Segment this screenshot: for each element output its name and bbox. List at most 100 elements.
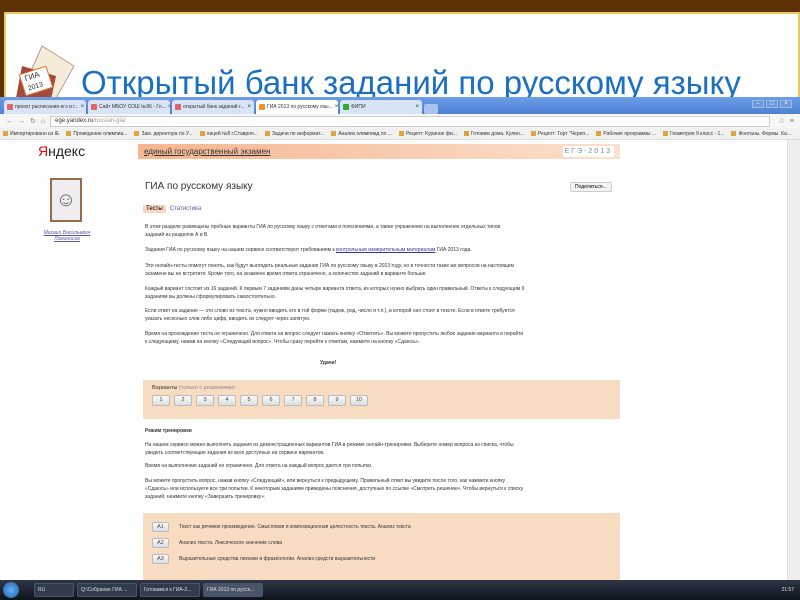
tab-statistics[interactable]: Статистика [170,205,202,213]
address-toolbar: ← → ↻ ⌂ ege.yandex.ru/russian-gia/ ☆ ≡ [0,114,800,128]
intro-paragraph: В этом разделе размещены пробные вариант… [145,224,501,238]
browser-window: проект расписания егэ и г... × Сайт МБОУ … [0,97,800,600]
solutions-filter-link[interactable]: (только с решениями) [179,385,235,391]
back-icon[interactable]: ← [6,118,13,125]
new-tab-button[interactable] [424,104,438,114]
favicon-icon [7,104,13,110]
browser-tab[interactable]: Сайт МБОУ СОШ №96 - Гл... × [88,100,170,114]
yandex-logo[interactable]: Яндекс [38,143,85,159]
portrait-caption-link[interactable]: Михаил Васильевич Ломоносов [36,230,98,242]
logo-letter: Я [38,143,49,159]
minimize-button[interactable]: – [752,100,764,108]
browser-tab[interactable]: открытый банк заданий г... × [172,100,254,114]
bookmark-icon [596,130,602,136]
browser-tab-active[interactable]: ГИА 2013 по русскому язы... × [256,100,338,114]
bookmark-item[interactable]: Фонтаны. Формы. Ка... [731,131,791,137]
gia-2013-book-logo: ГИА 2013 [16,45,75,104]
tab-tests[interactable]: Тесты [143,205,166,213]
variant-button[interactable]: 4 [218,395,236,406]
bookmark-item[interactable]: Рабочие программы ... [596,131,656,137]
bookmark-item[interactable]: Рецепт: Куриное фи... [398,130,457,137]
bookmark-item[interactable]: Задачи по информат... [264,130,324,137]
taskbar-item-active[interactable]: ГИА 2013 по русск... [203,583,263,597]
tab-label: Сайт МБОУ СОШ №96 - Гл... [99,104,166,110]
start-button[interactable] [3,582,19,598]
variant-button[interactable]: 6 [262,395,280,406]
variant-button[interactable]: 7 [284,395,302,406]
good-luck-text: Удачи! [320,360,337,366]
bookmark-item[interactable]: Проведение олимпиа... [66,131,127,137]
close-tab-icon[interactable]: × [168,104,170,110]
scrollbar[interactable] [787,140,800,580]
training-heading: Режим тренировки [145,428,192,434]
paragraph: Если ответ на задание — это слово из тек… [145,308,515,322]
taskbar: RU Q:\Собрание ГИА ... Готовимся к ГИА-2… [0,580,800,600]
bookmark-item[interactable]: Зам. директора по У... [134,130,193,137]
favicon-icon [259,104,265,110]
kim-link[interactable]: контрольным измерительным материалам [336,247,435,253]
taskbar-item[interactable]: Готовимся к ГИА-2... [140,583,200,597]
paragraph: Каждый вариант состоит из 16 заданий. К … [145,286,525,300]
home-icon[interactable]: ⌂ [41,118,45,125]
variant-button[interactable]: 9 [328,395,346,406]
bookmarks-bar: Импортировано из IE Проведение олимпиа...… [0,128,800,140]
requirements-paragraph: Задания ГИА по русскому языку на нашем с… [145,246,545,254]
bookmark-item[interactable]: Анализ олимпиад по ... [331,131,392,137]
share-button[interactable]: Поделиться... [570,182,612,192]
bookmark-item[interactable]: Геометрия 9 класс - 1... [663,131,724,137]
variant-button[interactable]: 3 [196,395,214,406]
close-window-button[interactable]: × [780,100,792,108]
browser-tab[interactable]: проект расписания егэ и г... × [4,100,86,114]
favicon-icon [91,104,97,110]
tab-label: открытый банк заданий г... [183,104,245,110]
menu-icon[interactable]: ≡ [790,118,794,125]
variant-button[interactable]: 1 [152,395,170,406]
forward-icon[interactable]: → [18,118,25,125]
topic-row: A1 Текст как речевое произведение. Смысло… [152,519,620,535]
bookmark-icon [134,130,140,136]
bookmark-label: Рабочие программы ... [603,130,657,137]
variant-button[interactable]: 8 [306,395,324,406]
taskbar-item[interactable]: Q:\Собрание ГИА ... [77,583,137,597]
web-page: Яндекс единый государственный экзамен ЕГЭ… [0,140,787,580]
clock: 21:57 [781,587,794,593]
bookmark-item[interactable]: лицей №8 г.Ставроп... [199,130,258,137]
ege-header-link[interactable]: единый государственный экзамен ЕГЭ-2013 [138,144,620,159]
close-tab-icon[interactable]: × [247,104,251,110]
url-input[interactable]: ege.yandex.ru/russian-gia/ [50,115,770,127]
topic-button[interactable]: A2 [152,538,169,548]
portrait-image: ☺ [50,178,82,222]
bookmark-item[interactable]: Рецепт: Торт "Черeп... [530,130,590,137]
variant-button[interactable]: 5 [240,395,258,406]
bookmark-label: Проведение олимпиа... [73,130,128,137]
bookmark-icon [530,130,536,136]
bookmark-icon [463,130,469,136]
page-title: ГИА по русскому языку [145,181,253,192]
topic-button[interactable]: A1 [152,522,169,532]
bookmark-icon [199,130,205,136]
ege-year: ЕГЭ-2013 [562,146,614,157]
variants-panel: Варианты (только с решениями) 1234567891… [143,380,620,419]
bookmark-label: Рецепт: Торт "Черeп... [537,130,590,137]
bookmark-icon [66,130,72,136]
variant-button[interactable]: 10 [350,395,368,406]
bookmark-star-icon[interactable]: ☆ [779,117,785,125]
close-tab-icon[interactable]: × [81,104,85,110]
favicon-icon [343,104,349,110]
bookmark-item[interactable]: Готовим дома. Кулин... [463,130,524,137]
variant-button[interactable]: 2 [174,395,192,406]
close-tab-icon[interactable]: × [415,104,419,110]
browser-tab[interactable]: ФИПИ × [340,100,422,114]
bookmark-item[interactable]: Импортировано из IE [3,131,59,137]
topic-row: A3 Выразительные средства лексики и фразе… [152,551,620,567]
bookmark-label: Геометрия 9 класс - 1... [670,130,725,137]
topic-button[interactable]: A3 [152,554,169,564]
language-bar[interactable]: RU [34,583,74,597]
reload-icon[interactable]: ↻ [30,117,36,125]
ege-header-text: единый государственный экзамен [144,147,271,156]
bookmark-icon [398,130,404,136]
close-tab-icon[interactable]: × [335,104,338,110]
bookmark-icon [264,130,270,136]
maximize-button[interactable]: □ [766,100,778,108]
tab-label: ФИПИ [351,104,366,110]
